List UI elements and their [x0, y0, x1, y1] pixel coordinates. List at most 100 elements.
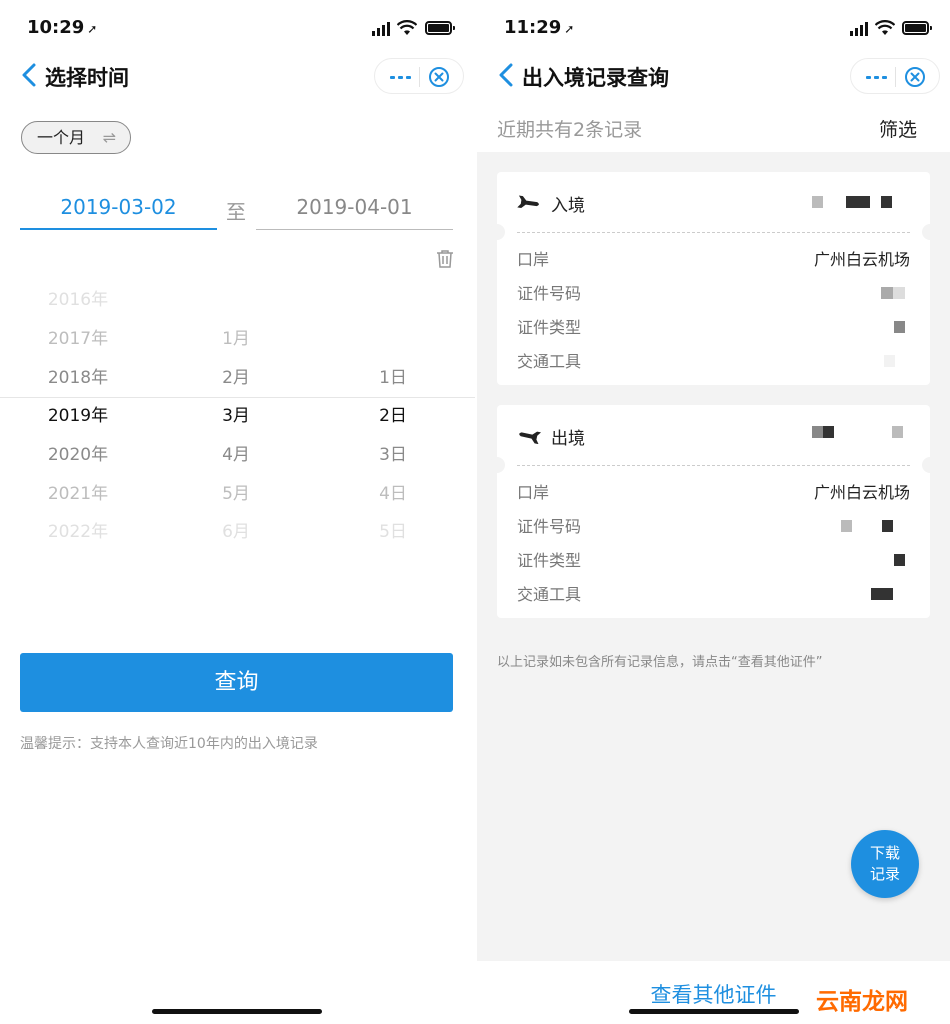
record-card-entry[interactable]: 入境 口岸 广州白云机场 证件号码 证件类型 交通工具 [489, 172, 938, 385]
day-item-selected[interactable]: 2日 [323, 404, 463, 428]
year-item[interactable]: 2022年 [8, 520, 148, 544]
row-label: 证件号码 [517, 284, 582, 303]
card-divider [517, 465, 910, 466]
year-item[interactable]: 2018年 [8, 366, 148, 390]
nav-bar: 出入境记录查询 [477, 52, 950, 100]
wifi-icon [875, 20, 895, 35]
info-row: 证件号码 [517, 280, 910, 304]
info-row: 证件类型 [517, 547, 910, 571]
notice-text: 以上记录如未包含所有记录信息，请点击“查看其他证件” [497, 655, 823, 670]
month-item[interactable]: 5月 [166, 482, 306, 506]
status-time: 10:29 ➚ [27, 17, 98, 38]
day-item[interactable]: 4日 [323, 482, 463, 506]
day-item[interactable]: 1日 [323, 366, 463, 390]
plane-arrival-icon [517, 195, 539, 208]
capsule-divider [419, 67, 420, 87]
row-label: 交通工具 [517, 352, 582, 371]
mini-program-capsule [850, 58, 940, 94]
swap-icon: ⇌ [102, 128, 116, 147]
month-item-selected[interactable]: 3月 [166, 404, 306, 428]
redacted-block [884, 355, 895, 367]
row-label: 证件类型 [517, 318, 582, 337]
record-type: 出境 [517, 423, 585, 449]
redacted-block [882, 520, 893, 532]
year-item[interactable]: 2017年 [8, 327, 148, 351]
filter-button[interactable]: 筛选 [879, 115, 917, 142]
picker-selection-line [0, 397, 475, 398]
close-circle-icon[interactable] [903, 65, 927, 89]
year-item-selected[interactable]: 2019年 [8, 404, 148, 428]
back-chevron-icon[interactable] [20, 62, 38, 88]
record-summary: 近期共有2条记录 [497, 119, 643, 141]
more-dots-icon[interactable] [861, 65, 893, 89]
redacted-block [881, 287, 905, 299]
month-item[interactable]: 6月 [166, 520, 306, 544]
more-dots-icon[interactable] [385, 65, 417, 89]
row-label: 证件号码 [517, 517, 582, 536]
redacted-block [894, 321, 905, 333]
right-screen: 11:29 ➚ 出入境记录查询 近期共有2条记录 筛选 入境 口岸 广州白云机场… [477, 0, 950, 1024]
end-date-field[interactable]: 2019-04-01 [256, 188, 453, 230]
row-label: 口岸 [517, 483, 550, 502]
row-value: 广州白云机场 [813, 483, 910, 502]
mini-program-capsule [374, 58, 464, 94]
day-item[interactable]: 3日 [323, 443, 463, 467]
card-divider [517, 232, 910, 233]
day-item[interactable]: 5日 [323, 520, 463, 544]
redacted-block [894, 554, 905, 566]
page-title: 选择时间 [45, 66, 129, 90]
row-label: 口岸 [517, 250, 550, 269]
status-bar: 10:29 ➚ [0, 14, 475, 42]
back-chevron-icon[interactable] [497, 62, 515, 88]
watermark-logo: 云南龙网 [816, 988, 908, 1015]
redacted-block [871, 588, 893, 600]
capsule-divider [895, 67, 896, 87]
record-card-exit[interactable]: 出境 口岸 广州白云机场 证件号码 证件类型 交通工具 [489, 405, 938, 618]
status-bar: 11:29 ➚ [477, 14, 950, 42]
date-picker-wheel[interactable]: 2016年 2017年 2018年 2019年 2020年 2021年 2022… [0, 280, 475, 550]
redacted-block [892, 426, 903, 438]
nav-bar: 选择时间 [0, 52, 475, 100]
redacted-block [841, 520, 852, 532]
info-row: 证件号码 [517, 513, 910, 537]
record-type: 入境 [517, 190, 585, 216]
signal-icon [372, 22, 390, 36]
close-circle-icon[interactable] [427, 65, 451, 89]
signal-icon [850, 22, 868, 36]
status-time: 11:29 ➚ [504, 17, 575, 38]
start-date-field[interactable]: 2019-03-02 [20, 188, 217, 230]
card-notch [922, 457, 938, 473]
row-label: 证件类型 [517, 551, 582, 570]
range-toggle-button[interactable]: 一个月 ⇌ [21, 121, 131, 154]
redacted-block [812, 426, 834, 438]
card-notch [489, 457, 505, 473]
info-row: 交通工具 [517, 581, 910, 605]
month-item[interactable]: 4月 [166, 443, 306, 467]
year-item[interactable]: 2021年 [8, 482, 148, 506]
battery-icon [425, 21, 455, 35]
info-row: 交通工具 [517, 348, 910, 372]
battery-icon [902, 21, 932, 35]
month-item[interactable]: 2月 [166, 366, 306, 390]
plane-departure-icon [519, 431, 541, 444]
wifi-icon [397, 20, 417, 35]
left-screen: 10:29 ➚ 选择时间 一个月 ⇌ 2019-03-02 至 2019-04-0… [0, 0, 475, 1024]
home-indicator[interactable] [152, 1009, 322, 1014]
trash-icon[interactable] [435, 249, 455, 269]
row-label: 交通工具 [517, 585, 582, 604]
query-button[interactable]: 查询 [20, 653, 453, 712]
tip-text: 温馨提示：支持本人查询近10年内的出入境记录 [20, 736, 318, 752]
download-records-button[interactable]: 下载 记录 [851, 830, 919, 898]
month-item[interactable]: 1月 [166, 327, 306, 351]
year-item[interactable]: 2020年 [8, 443, 148, 467]
redacted-block [881, 196, 892, 208]
to-label: 至 [226, 200, 246, 224]
info-row: 口岸 广州白云机场 [517, 246, 910, 270]
page-title: 出入境记录查询 [522, 66, 669, 90]
card-notch [922, 224, 938, 240]
info-row: 口岸 广州白云机场 [517, 479, 910, 503]
home-indicator[interactable] [629, 1009, 799, 1014]
year-item[interactable]: 2016年 [8, 288, 148, 312]
info-row: 证件类型 [517, 314, 910, 338]
card-notch [489, 224, 505, 240]
